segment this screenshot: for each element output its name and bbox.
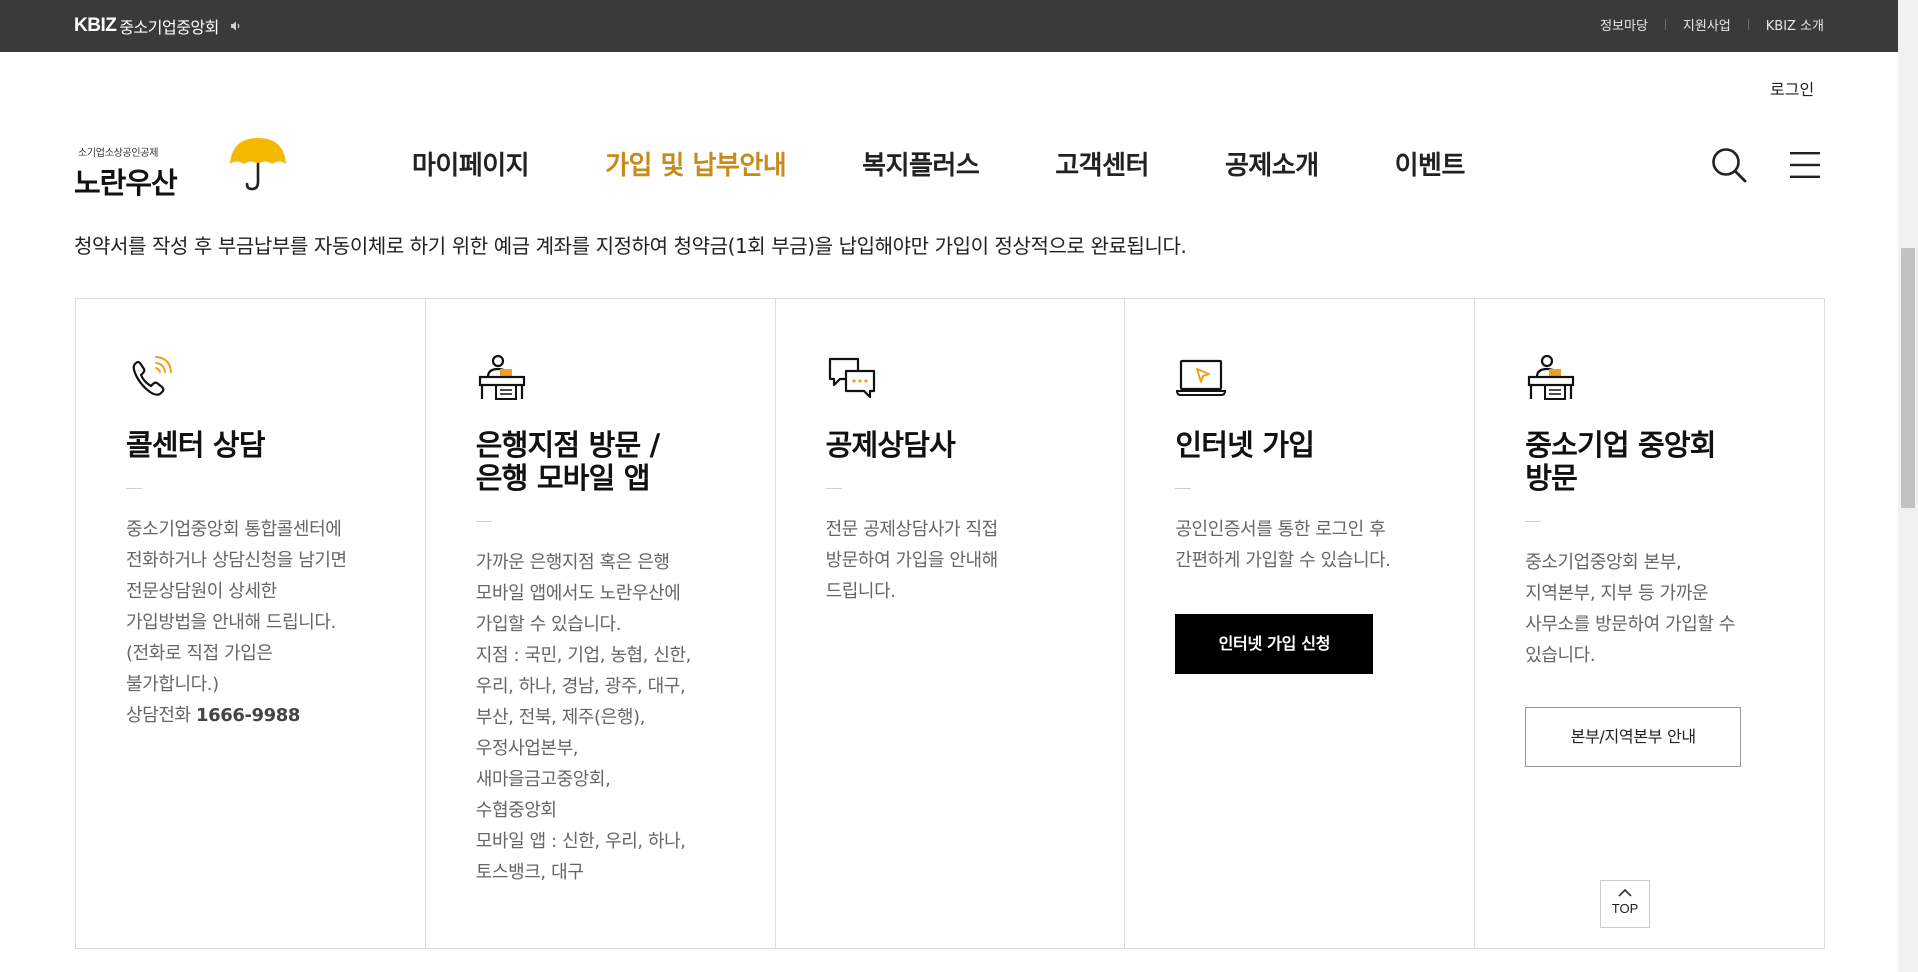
utility-links: 정보마당 지원사업 KBIZ 소개 bbox=[1600, 15, 1824, 34]
utility-bar: KBIZ 중소기업중앙회 정보마당 지원사업 KBIZ 소개 bbox=[0, 0, 1898, 52]
nav-mypage[interactable]: 마이페이지 bbox=[374, 144, 567, 188]
kbiz-name: 중소기업중앙회 bbox=[119, 18, 219, 37]
divider bbox=[1664, 19, 1666, 30]
laptop-icon bbox=[1176, 359, 1227, 396]
office-counter-icon bbox=[1528, 354, 1575, 400]
card-description-text: 중소기업중앙회 통합콜센터에 전화하거나 상담신청을 남기면 전문상담원이 상세… bbox=[126, 519, 347, 695]
nav-about-mutual-aid[interactable]: 공제소개 bbox=[1187, 144, 1357, 188]
page-scrollbar[interactable] bbox=[1898, 0, 1918, 972]
nav-customer-center[interactable]: 고객센터 bbox=[1017, 144, 1187, 188]
divider bbox=[1175, 488, 1192, 489]
nav-events[interactable]: 이벤트 bbox=[1357, 144, 1503, 188]
main-navigation: 마이페이지 가입 및 납부안내 복지플러스 고객센터 공제소개 이벤트 bbox=[374, 144, 1503, 188]
card-title: 은행지점 방문 / 은행 모바일 앱 bbox=[475, 428, 660, 495]
card-title: 인터넷 가입 bbox=[1175, 428, 1315, 462]
join-notice: 청약서를 작성 후 부금납부를 자동이체로 하기 위한 예금 계좌를 지정하여 … bbox=[74, 234, 1187, 258]
divider bbox=[825, 488, 842, 489]
card-title: 공제상담사 bbox=[825, 428, 956, 462]
phone-icon bbox=[132, 356, 172, 396]
divider bbox=[126, 488, 142, 489]
nav-welfare-plus[interactable]: 복지플러스 bbox=[824, 144, 1017, 188]
divider bbox=[1747, 19, 1749, 30]
card-bank-branch: 은행지점 방문 / 은행 모바일 앱 가까운 은행지점 혹은 은행 모바일 앱에… bbox=[426, 299, 776, 948]
back-to-top-button[interactable]: TOP bbox=[1600, 880, 1650, 928]
card-call-center: 콜센터 상담 중소기업중앙회 통합콜센터에 전화하거나 상담신청을 남기면 전문… bbox=[76, 299, 426, 948]
internet-signup-button[interactable]: 인터넷 가입 신청 bbox=[1175, 614, 1374, 674]
speaker-icon[interactable] bbox=[229, 19, 243, 33]
card-description: 중소기업중앙회 본부, 지역본부, 지부 등 가까운 사무소를 방문하여 가입할… bbox=[1525, 552, 1736, 666]
umbrella-icon bbox=[230, 138, 286, 191]
card-title: 중소기업 중앙회 방문 bbox=[1525, 428, 1716, 495]
chat-bubbles-icon bbox=[828, 357, 875, 399]
card-consultant: 공제상담사 전문 공제상담사가 직접 방문하여 가입을 안내해 드립니다. bbox=[776, 299, 1126, 948]
card-description: 중소기업중앙회 통합콜센터에 전화하거나 상담신청을 남기면 전문상담원이 상세… bbox=[126, 514, 375, 731]
bank-counter-icon bbox=[478, 354, 525, 400]
search-icon[interactable] bbox=[1710, 146, 1748, 184]
chevron-up-icon bbox=[1618, 888, 1632, 897]
link-info-square[interactable]: 정보마당 bbox=[1600, 15, 1648, 34]
kbiz-brand[interactable]: KBIZ 중소기업중앙회 bbox=[74, 14, 243, 38]
phone-number: 1666-9988 bbox=[195, 705, 301, 726]
kbiz-logo: KBIZ bbox=[74, 15, 117, 36]
link-kbiz-about[interactable]: KBIZ 소개 bbox=[1766, 15, 1824, 34]
card-kbiz-visit: 중소기업 중앙회 방문 중소기업중앙회 본부, 지역본부, 지부 등 가까운 사… bbox=[1475, 299, 1824, 948]
logo-title: 노란우산 bbox=[74, 166, 178, 200]
card-title: 콜센터 상담 bbox=[126, 428, 266, 462]
regional-office-guide-button[interactable]: 본부/지역본부 안내 bbox=[1525, 707, 1742, 767]
nav-join-payment[interactable]: 가입 및 납부안내 bbox=[567, 144, 824, 188]
divider bbox=[475, 521, 492, 522]
divider bbox=[1525, 521, 1542, 522]
top-label: TOP bbox=[1611, 901, 1639, 916]
site-logo[interactable]: 소기업소상공인공제 노란우산 bbox=[74, 134, 286, 200]
logo-subtitle: 소기업소상공인공제 bbox=[78, 148, 159, 159]
card-description: 가까운 은행지점 혹은 은행 모바일 앱에서도 노란우산에 가입할 수 있습니다… bbox=[475, 552, 692, 883]
card-description: 전문 공제상담사가 직접 방문하여 가입을 안내해 드립니다. bbox=[825, 519, 999, 602]
login-link[interactable]: 로그인 bbox=[1770, 76, 1814, 100]
link-support-projects[interactable]: 지원사업 bbox=[1683, 15, 1731, 34]
card-internet: 인터넷 가입 공인인증서를 통한 로그인 후 간편하게 가입할 수 있습니다. … bbox=[1125, 299, 1476, 948]
join-method-cards: 콜센터 상담 중소기업중앙회 통합콜센터에 전화하거나 상담신청을 남기면 전문… bbox=[75, 298, 1825, 949]
hamburger-menu-icon[interactable] bbox=[1790, 151, 1820, 179]
phone-label: 상담전화 bbox=[126, 705, 191, 726]
card-description: 공인인증서를 통한 로그인 후 간편하게 가입할 수 있습니다. bbox=[1175, 519, 1391, 571]
scrollbar-thumb[interactable] bbox=[1901, 248, 1915, 508]
